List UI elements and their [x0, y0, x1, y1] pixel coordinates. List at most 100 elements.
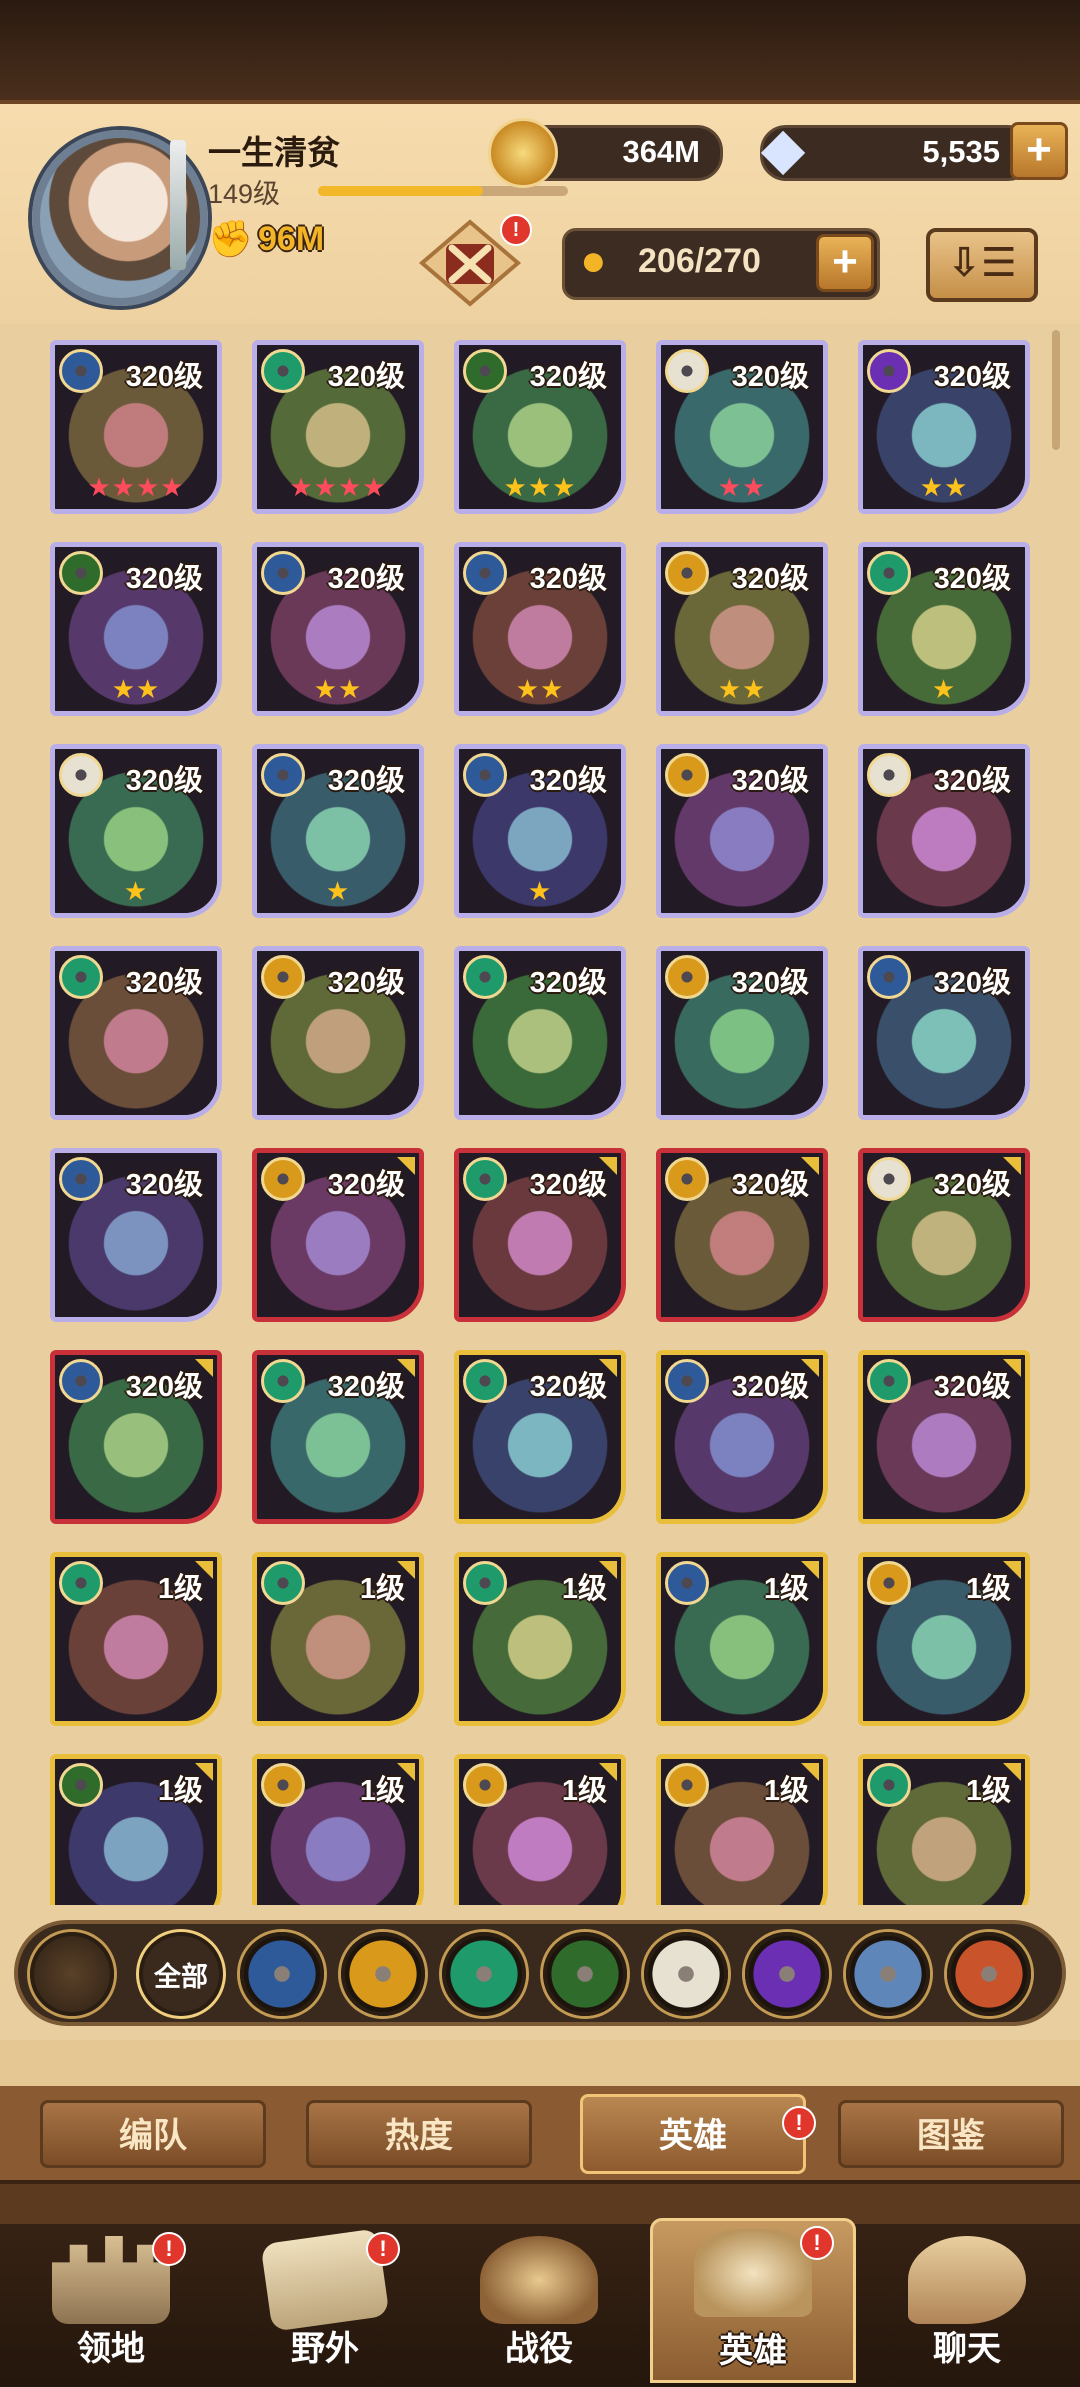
wilder-faction-icon	[261, 349, 305, 393]
nav-heroes-badge: !	[800, 2226, 834, 2260]
filter-mauler-icon[interactable]	[341, 1932, 425, 2016]
hero-card[interactable]: 320级	[858, 946, 1030, 1120]
hero-level: 320级	[933, 1169, 1011, 1201]
hero-level: 320级	[933, 563, 1011, 595]
hero-card[interactable]: 1级	[858, 1754, 1030, 1905]
hero-grid: 320级 ★★★★ 320级 ★★★★ 320级 ★★★ 320级 ★★ 320级 ★★ 320级 ★…	[0, 320, 1080, 1905]
lightbearer-faction-icon	[59, 1157, 103, 1201]
hero-level: 320级	[125, 563, 203, 595]
hero-card[interactable]: 320级 ★	[50, 744, 222, 918]
wilder-faction-icon	[867, 1359, 911, 1403]
hero-level: 320级	[529, 1371, 607, 1403]
corner-marker	[599, 1359, 617, 1377]
tab-popularity-label: 热度	[385, 2117, 453, 2155]
filter-graveborn-icon[interactable]	[543, 1932, 627, 2016]
corner-marker	[1003, 1359, 1021, 1377]
hero-level: 320级	[933, 967, 1011, 999]
hero-card[interactable]: 1级	[454, 1754, 626, 1905]
hero-level: 320级	[933, 765, 1011, 797]
hero-card[interactable]: 320级 ★★	[656, 542, 828, 716]
hero-card[interactable]: 320级	[454, 1148, 626, 1322]
tab-collection[interactable]: 图鉴	[838, 2100, 1064, 2168]
celestial-faction-icon	[665, 349, 709, 393]
hero-card[interactable]: 320级 ★★	[50, 542, 222, 716]
tab-heroes[interactable]: 英雄	[580, 2094, 806, 2174]
hero-stars: ★	[123, 876, 149, 906]
hero-card[interactable]: 1级	[50, 1754, 222, 1905]
hero-card[interactable]: 320级 ★★	[858, 340, 1030, 514]
hero-card[interactable]: 320级 ★★★	[454, 340, 626, 514]
sort-icon: ⇩☰	[947, 241, 1017, 285]
hero-card[interactable]: 1级	[252, 1552, 424, 1726]
wilder-faction-icon	[59, 1561, 103, 1605]
hero-card[interactable]: 1级	[454, 1552, 626, 1726]
corner-marker	[599, 1561, 617, 1579]
hero-card[interactable]: 1级	[656, 1552, 828, 1726]
hero-card[interactable]: 320级	[656, 1148, 828, 1322]
filter-hypogean-icon[interactable]	[745, 1932, 829, 2016]
nav-chat[interactable]: 聊天	[864, 2228, 1070, 2378]
hero-card[interactable]: 320级	[656, 946, 828, 1120]
tab-popularity[interactable]: 热度	[306, 2100, 532, 2168]
hero-card[interactable]: 320级	[858, 744, 1030, 918]
hero-card[interactable]: 1级	[252, 1754, 424, 1905]
hero-stars: ★★	[919, 472, 969, 502]
hero-card[interactable]: 320级	[50, 1148, 222, 1322]
hero-card[interactable]: 320级 ★★★★	[50, 340, 222, 514]
nav-campaign[interactable]: 战役	[436, 2228, 642, 2378]
celestial-faction-icon	[867, 753, 911, 797]
hero-card[interactable]: 320级	[656, 744, 828, 918]
hero-card[interactable]: 320级	[454, 946, 626, 1120]
filter-wilder-icon[interactable]	[442, 1932, 526, 2016]
hero-level: 320级	[327, 967, 405, 999]
hero-card[interactable]: 320级 ★★	[454, 542, 626, 716]
hero-card[interactable]: 320级 ★★	[252, 542, 424, 716]
gem-value: 5,535	[922, 134, 1000, 169]
hero-card[interactable]: 320级 ★	[252, 744, 424, 918]
hero-card[interactable]: 320级	[858, 1148, 1030, 1322]
mauler-faction-icon	[665, 753, 709, 797]
hero-card[interactable]: 320级	[252, 1350, 424, 1524]
wilder-faction-icon	[261, 1359, 305, 1403]
hero-level: 320级	[731, 1169, 809, 1201]
add-capacity-button[interactable]: +	[816, 234, 874, 292]
hero-card[interactable]: 320级	[656, 1350, 828, 1524]
hero-level: 320级	[327, 1371, 405, 1403]
mauler-faction-icon	[867, 1561, 911, 1605]
sort-button[interactable]: ⇩☰	[926, 228, 1038, 302]
hero-card[interactable]: 320级	[50, 946, 222, 1120]
tab-lineup[interactable]: 编队	[40, 2100, 266, 2168]
hero-card[interactable]: 320级	[454, 1350, 626, 1524]
power-value: 96M	[258, 220, 325, 258]
hero-card[interactable]: 1级	[50, 1552, 222, 1726]
corner-marker	[801, 1763, 819, 1781]
filter-dimensional-icon[interactable]	[846, 1932, 930, 2016]
hero-card[interactable]: 320级	[252, 1148, 424, 1322]
hero-level: 320级	[125, 1169, 203, 1201]
hero-card[interactable]: 320级	[50, 1350, 222, 1524]
add-gems-button[interactable]: +	[1010, 122, 1068, 180]
scrollbar[interactable]	[1052, 330, 1060, 450]
mauler-faction-icon	[665, 1763, 709, 1807]
filter-celestial-icon[interactable]	[644, 1932, 728, 2016]
hero-card[interactable]: 1级	[858, 1552, 1030, 1726]
corner-marker	[397, 1561, 415, 1579]
mauler-faction-icon	[261, 955, 305, 999]
hero-card[interactable]: 320级 ★★	[656, 340, 828, 514]
hero-stars: ★★★	[503, 472, 577, 502]
filter-collapse-button[interactable]	[30, 1932, 114, 2016]
hero-card[interactable]: 320级 ★	[454, 744, 626, 918]
hero-card[interactable]: 320级	[858, 1350, 1030, 1524]
hero-stars: ★★★★	[87, 472, 185, 502]
tab-collection-label: 图鉴	[917, 2117, 985, 2155]
filter-draconis-icon[interactable]	[947, 1932, 1031, 2016]
corner-marker	[195, 1763, 213, 1781]
hero-card[interactable]: 320级 ★★★★	[252, 340, 424, 514]
mauler-faction-icon	[261, 1157, 305, 1201]
filter-lightbearer-icon[interactable]	[240, 1932, 324, 2016]
gold-value: 364M	[622, 134, 700, 169]
hero-card[interactable]: 320级 ★	[858, 542, 1030, 716]
hero-card[interactable]: 1级	[656, 1754, 828, 1905]
tab-heroes-badge: !	[782, 2106, 816, 2140]
hero-card[interactable]: 320级	[252, 946, 424, 1120]
